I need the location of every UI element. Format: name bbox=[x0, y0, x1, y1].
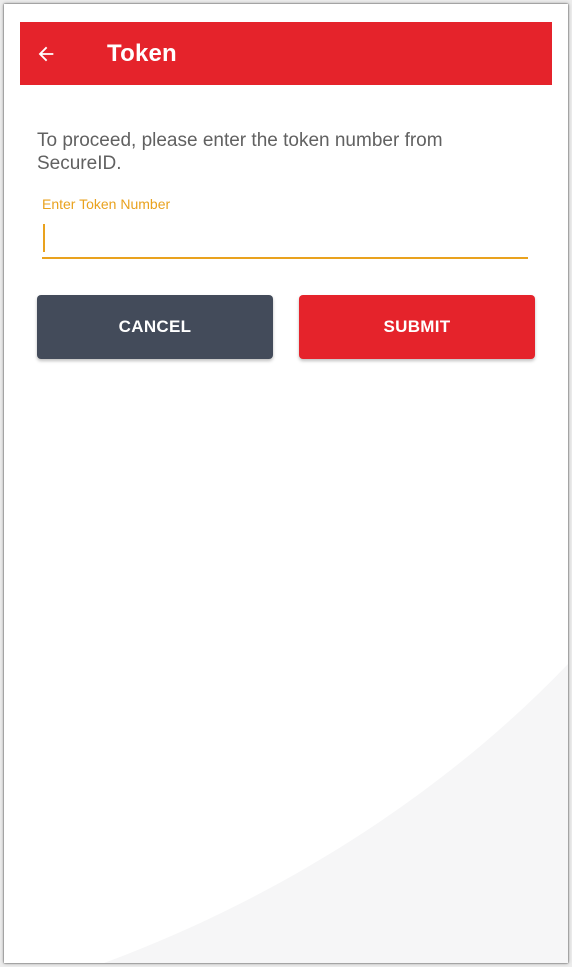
instruction-text: To proceed, please enter the token numbe… bbox=[37, 130, 443, 174]
submit-button[interactable]: SUBMIT bbox=[299, 295, 535, 359]
token-form-card: To proceed, please enter the token numbe… bbox=[20, 85, 552, 374]
cancel-button[interactable]: CANCEL bbox=[37, 295, 273, 359]
token-field-label: Enter Token Number bbox=[42, 196, 171, 212]
token-input[interactable] bbox=[42, 219, 528, 259]
arrow-back-icon bbox=[38, 46, 54, 61]
text-caret bbox=[43, 224, 45, 252]
app-bar: Token bbox=[20, 22, 552, 85]
back-button[interactable] bbox=[20, 22, 72, 85]
page-title: Token bbox=[107, 39, 177, 67]
device-frame: Token To proceed, please enter the token… bbox=[4, 4, 568, 963]
